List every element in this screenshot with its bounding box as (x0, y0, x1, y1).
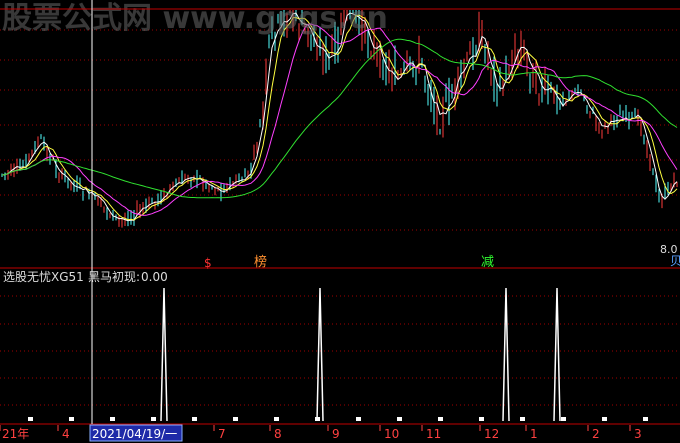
indicator-spike (502, 287, 510, 422)
indicator-baseline-mark (397, 417, 402, 421)
edge-label: 贝 (670, 254, 680, 268)
indicator-spike (316, 287, 324, 422)
indicator-baseline-mark (356, 417, 361, 421)
ma-mid-line (1, 14, 678, 221)
indicator-baseline-mark (233, 417, 238, 421)
indicator-baseline-mark (192, 417, 197, 421)
ma-long-line (1, 38, 678, 199)
moving-averages (1, 12, 678, 222)
x-axis-tick-label: 3 (634, 427, 642, 441)
indicator-baseline-mark (643, 417, 648, 421)
x-axis-tick-label: 11 (426, 427, 441, 441)
x-axis-tick-label: 7 (218, 427, 226, 441)
indicator-baseline-mark (28, 417, 33, 421)
indicator-baseline-mark (602, 417, 607, 421)
indicator-baseline-mark (479, 417, 484, 421)
indicator-series (28, 287, 648, 422)
cursor-date: 2021/04/19/一 (92, 427, 177, 441)
x-axis-tick-label: 9 (332, 427, 340, 441)
indicator-baseline-mark (438, 417, 443, 421)
x-axis-tick-label: 21年 (2, 427, 29, 441)
signal-marker-dollar: $ (204, 256, 212, 270)
indicator-baseline-mark (520, 417, 525, 421)
indicator-baseline-mark (274, 417, 279, 421)
indicator-line-label: 黑马初现: (88, 270, 140, 284)
watermark: 股票公式网 www.gpgs.cn (2, 1, 388, 36)
indicator-value: 0.00 (141, 270, 168, 284)
candlestick-series (1, 10, 678, 228)
signal-marker-jian: 减 (481, 255, 494, 270)
x-axis-tick-label: 1 (530, 427, 538, 441)
signal-marker-bang: 榜 (254, 254, 267, 270)
x-axis-tick-label: 10 (384, 427, 399, 441)
stock-chart[interactable]: 股票公式网 www.gpgs.cn 8.0 贝 $ 榜 减 选股无忧XG51 黑… (0, 0, 680, 443)
x-axis-tick-label: 4 (62, 427, 70, 441)
indicator-baseline-mark (151, 417, 156, 421)
indicator-baseline-mark (110, 417, 115, 421)
indicator-baseline-mark (561, 417, 566, 421)
indicator-spike (160, 287, 168, 422)
ma-fast-line (1, 12, 678, 222)
indicator-name: 选股无忧XG51 (3, 270, 84, 284)
x-axis-tick-label: 2 (592, 427, 600, 441)
x-axis-tick-label: 8 (274, 427, 282, 441)
indicator-spike (553, 287, 561, 422)
indicator-baseline-mark (69, 417, 74, 421)
x-axis-tick-label: 12 (484, 427, 499, 441)
